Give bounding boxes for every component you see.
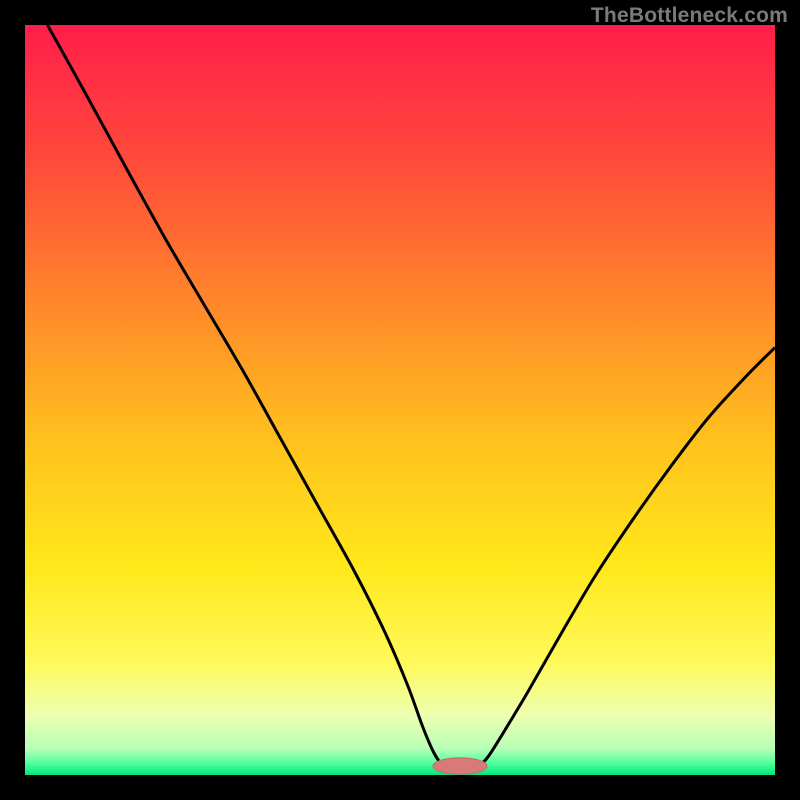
bottleneck-chart xyxy=(25,25,775,775)
chart-frame: TheBottleneck.com xyxy=(0,0,800,800)
optimum-marker xyxy=(433,758,487,775)
gradient-background xyxy=(25,25,775,775)
plot-area xyxy=(25,25,775,775)
watermark-text: TheBottleneck.com xyxy=(591,4,788,28)
